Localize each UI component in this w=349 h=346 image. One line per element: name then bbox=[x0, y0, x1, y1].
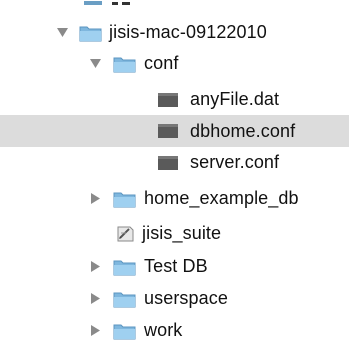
disclosure-triangle-right-icon[interactable] bbox=[89, 292, 101, 306]
disclosure-triangle-down-icon[interactable] bbox=[56, 26, 68, 40]
tree-item-label: dbhome.conf bbox=[190, 120, 296, 141]
tree-item-label: jisis_suite bbox=[142, 223, 222, 243]
tree-row-userspace[interactable]: userspace bbox=[0, 283, 349, 314]
file-icon bbox=[158, 92, 178, 107]
folder-icon bbox=[113, 190, 136, 208]
file-tree: jisis-mac-09122010 conf anyFile.dat dbho… bbox=[0, 0, 349, 346]
tree-row-jisis-suite[interactable]: jisis_suite bbox=[0, 218, 349, 249]
tree-row-home-example-db[interactable]: home_example_db bbox=[0, 183, 349, 214]
file-icon bbox=[158, 155, 178, 170]
folder-icon bbox=[113, 290, 136, 308]
tree-item-label: Test DB bbox=[144, 256, 208, 276]
tree-item-label: server.conf bbox=[190, 152, 280, 172]
folder-icon bbox=[79, 24, 102, 42]
disclosure-triangle-right-icon[interactable] bbox=[89, 260, 101, 274]
tree-row-jisis-mac-09122010[interactable]: jisis-mac-09122010 bbox=[0, 17, 349, 48]
tree-item-label: jisis-mac-09122010 bbox=[109, 22, 267, 42]
tree-row-work[interactable]: work bbox=[0, 315, 349, 346]
tree-row-conf[interactable]: conf bbox=[0, 48, 349, 79]
disclosure-triangle-right-icon[interactable] bbox=[89, 324, 101, 338]
tree-item-label: conf bbox=[144, 53, 179, 73]
tree-item-label: userspace bbox=[144, 288, 228, 308]
tree-row-partial bbox=[76, 0, 196, 8]
tree-item-label: home_example_db bbox=[144, 188, 299, 208]
tree-row-test-db[interactable]: Test DB bbox=[0, 251, 349, 282]
tree-row-dbhome-conf[interactable]: dbhome.conf bbox=[0, 115, 349, 147]
tree-item-label: work bbox=[144, 320, 183, 340]
folder-icon bbox=[113, 322, 136, 340]
folder-icon bbox=[113, 55, 136, 73]
file-icon bbox=[158, 124, 178, 138]
disclosure-triangle-right-icon[interactable] bbox=[89, 192, 101, 206]
folder-icon bbox=[113, 258, 136, 276]
tree-item-label: anyFile.dat bbox=[190, 89, 280, 109]
disclosure-triangle-down-icon[interactable] bbox=[89, 57, 101, 71]
partial-row-fragment bbox=[84, 1, 130, 5]
tree-row-server-conf[interactable]: server.conf bbox=[0, 147, 349, 178]
executable-script-icon bbox=[115, 225, 135, 243]
tree-row-anyfile-dat[interactable]: anyFile.dat bbox=[0, 84, 349, 115]
